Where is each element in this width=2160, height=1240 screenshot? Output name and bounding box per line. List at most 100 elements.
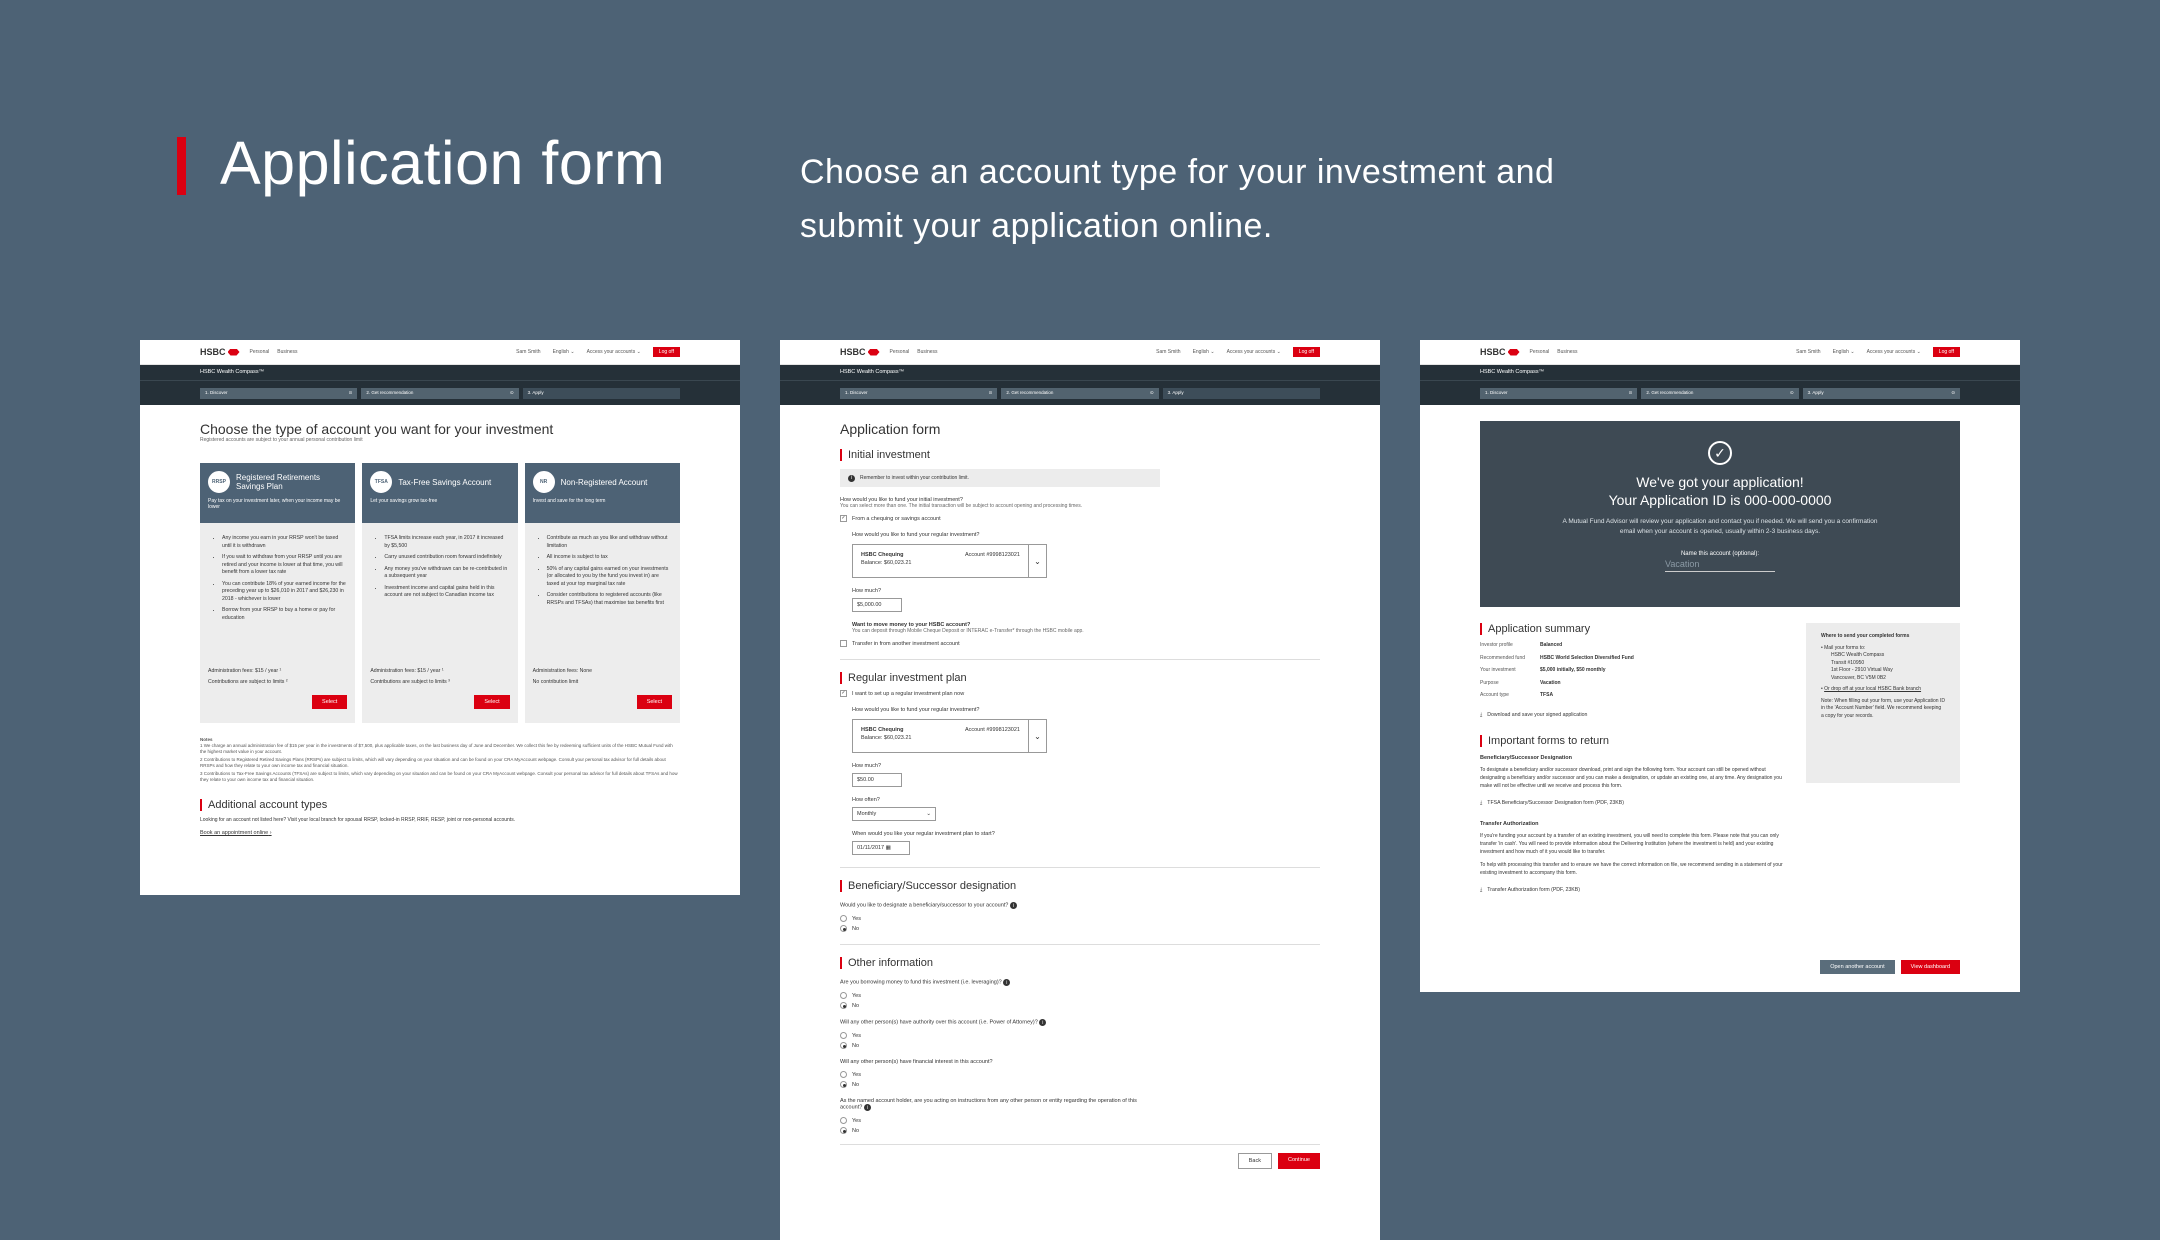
language-select[interactable]: English ⌄ bbox=[1193, 349, 1215, 355]
download-application-link[interactable]: ⤓ Download and save your signed applicati… bbox=[1480, 712, 1786, 719]
step-recommendation[interactable]: 2. Get recommendation ⊙ bbox=[1641, 388, 1799, 399]
step-discover[interactable]: 1. Discover ⊙ bbox=[1480, 388, 1638, 399]
nav-business[interactable]: Business bbox=[917, 349, 937, 355]
info-icon[interactable]: i bbox=[863, 1104, 871, 1111]
transfer-checkbox[interactable]: Transfer in from another investment acco… bbox=[840, 640, 1320, 647]
poa-question: Will any other person(s) have authority … bbox=[840, 1019, 1320, 1026]
checkbox-checked-icon: ✓ bbox=[840, 690, 847, 697]
step-discover[interactable]: 1. Discover ⊙ bbox=[840, 388, 998, 399]
user-name[interactable]: Sam Smith bbox=[1796, 349, 1820, 355]
start-date-input[interactable]: 01/11/2017 ▦ bbox=[852, 841, 910, 855]
chevron-down-icon: ⌄ bbox=[1028, 545, 1046, 577]
download-icon: ⤓ bbox=[1480, 799, 1483, 806]
screen-subheading: Registered accounts are subject to your … bbox=[200, 437, 363, 443]
hsbc-logo[interactable]: HSBC bbox=[840, 347, 880, 357]
account-name-input[interactable]: Vacation bbox=[1665, 559, 1775, 572]
calendar-icon: ▦ bbox=[885, 845, 891, 851]
radio-icon bbox=[840, 915, 847, 922]
beneficiary-form-link[interactable]: ⤓ TFSA Beneficiary/Successor Designation … bbox=[1480, 800, 1786, 807]
continue-button[interactable]: Continue bbox=[1277, 1153, 1320, 1169]
user-name[interactable]: Sam Smith bbox=[516, 349, 540, 355]
step-apply[interactable]: 3. Apply bbox=[522, 388, 680, 399]
radio-yes[interactable]: Yes bbox=[840, 1071, 1320, 1078]
dropoff-link[interactable]: • Or drop off at your local HSBC Bank br… bbox=[1821, 686, 1945, 694]
regular-account-select[interactable]: HSBC Chequing Account #9998123021 Balance… bbox=[852, 719, 1047, 753]
check-icon: ⊙ bbox=[348, 390, 353, 395]
radio-no[interactable]: No bbox=[840, 1081, 1320, 1088]
accounts-menu[interactable]: Access your accounts ⌄ bbox=[1867, 349, 1921, 355]
card-bullet: You can contribute 18% of your earned in… bbox=[222, 581, 347, 604]
view-dashboard-button[interactable]: View dashboard bbox=[1900, 960, 1960, 974]
radio-yes[interactable]: Yes bbox=[840, 992, 1320, 999]
download-icon: ⤓ bbox=[1480, 886, 1483, 893]
page-subtitle: Choose an account type for your investme… bbox=[800, 153, 1555, 245]
info-icon[interactable]: i bbox=[1003, 979, 1011, 986]
regular-plan-checkbox[interactable]: ✓ I want to set up a regular investment p… bbox=[840, 690, 1320, 697]
beneficiary-form-text: To designate a beneficiary and/or succes… bbox=[1480, 766, 1782, 789]
hexagon-icon bbox=[227, 348, 240, 356]
transfer-form-link[interactable]: ⤓ Transfer Authorization form (PDF, 23KB) bbox=[1480, 887, 1786, 894]
beneficiary-form-heading: Beneficiary/Successor Designation bbox=[1480, 754, 1573, 761]
language-select[interactable]: English ⌄ bbox=[553, 349, 575, 355]
forms-heading: Important forms to return bbox=[1480, 734, 1786, 747]
book-appointment-link[interactable]: Book an appointment online › bbox=[200, 830, 680, 836]
step-apply[interactable]: 3. Apply ⊙ bbox=[1802, 388, 1960, 399]
card-description: Invest and save for the long term bbox=[532, 498, 606, 504]
open-another-account-button[interactable]: Open another account bbox=[1820, 960, 1895, 974]
accounts-menu[interactable]: Access your accounts ⌄ bbox=[1227, 349, 1281, 355]
nav-business[interactable]: Business bbox=[1557, 349, 1577, 355]
select-rrsp-button[interactable]: Select bbox=[312, 695, 348, 709]
radio-selected-icon bbox=[840, 1127, 847, 1134]
radio-no[interactable]: No bbox=[840, 925, 1320, 932]
select-nr-button[interactable]: Select bbox=[636, 695, 672, 709]
nav-business[interactable]: Business bbox=[277, 349, 297, 355]
logout-button[interactable]: Log off bbox=[1932, 347, 1960, 357]
top-bar: HSBC Personal Business Sam Smith English ⌄… bbox=[1420, 340, 2020, 365]
step-recommendation[interactable]: 2. Get recommendation ⊙ bbox=[1001, 388, 1159, 399]
account-select[interactable]: HSBC Chequing Account #9998123021 Balance… bbox=[852, 544, 1047, 578]
radio-no[interactable]: No bbox=[840, 1002, 1320, 1009]
radio-icon bbox=[840, 1071, 847, 1078]
hsbc-logo[interactable]: HSBC bbox=[200, 347, 240, 357]
check-icon: ⊙ bbox=[1951, 390, 1955, 395]
logout-button[interactable]: Log off bbox=[1292, 347, 1320, 357]
step-recommendation[interactable]: 2. Get recommendation ⊙ bbox=[361, 388, 519, 399]
radio-selected-icon bbox=[840, 1042, 847, 1049]
other-info-heading: Other information bbox=[840, 957, 1320, 969]
radio-no[interactable]: No bbox=[840, 1042, 1320, 1049]
frequency-select[interactable]: Monthly ⌄ bbox=[852, 807, 936, 821]
hsbc-logo[interactable]: HSBC bbox=[1480, 347, 1520, 357]
initial-amount-input[interactable]: $5,000.00 bbox=[852, 598, 902, 612]
success-check-icon: ✓ bbox=[1708, 441, 1732, 465]
regular-amount-input[interactable]: $50.00 bbox=[852, 773, 902, 787]
summary-heading: Application summary bbox=[1480, 623, 1786, 635]
radio-yes[interactable]: Yes bbox=[840, 1032, 1320, 1039]
radio-yes[interactable]: Yes bbox=[840, 1117, 1320, 1124]
top-bar: HSBC Personal Business Sam Smith English ⌄… bbox=[140, 340, 740, 365]
info-icon[interactable]: i bbox=[1039, 1019, 1047, 1026]
progress-steps: 1. Discover ⊙ 2. Get recommendation ⊙ 3. A… bbox=[1420, 380, 2020, 405]
back-button[interactable]: Back bbox=[1237, 1153, 1272, 1169]
card-limit: No contribution limit bbox=[532, 679, 579, 685]
nav-personal[interactable]: Personal bbox=[1530, 349, 1550, 355]
card-title: Non-Registered Account bbox=[560, 477, 648, 487]
question-label: How would you like to fund your regular … bbox=[852, 707, 980, 713]
notes: Notes 1 We charge an annual administrati… bbox=[200, 737, 680, 783]
language-select[interactable]: English ⌄ bbox=[1833, 349, 1855, 355]
radio-no[interactable]: No bbox=[840, 1127, 1320, 1134]
chequing-checkbox[interactable]: ✓ From a chequing or savings account bbox=[840, 515, 1320, 522]
select-tfsa-button[interactable]: Select bbox=[474, 695, 510, 709]
nav-personal[interactable]: Personal bbox=[250, 349, 270, 355]
step-discover[interactable]: 1. Discover ⊙ bbox=[200, 388, 358, 399]
radio-icon bbox=[840, 1117, 847, 1124]
radio-yes[interactable]: Yes bbox=[840, 915, 1320, 922]
application-form-screen: HSBC Personal Business Sam Smith English ⌄… bbox=[780, 340, 1380, 1240]
info-icon: i bbox=[848, 474, 855, 482]
user-name[interactable]: Sam Smith bbox=[1156, 349, 1180, 355]
accounts-menu[interactable]: Access your accounts ⌄ bbox=[587, 349, 641, 355]
step-apply[interactable]: 3. Apply bbox=[1162, 388, 1320, 399]
nav-personal[interactable]: Personal bbox=[890, 349, 910, 355]
info-icon[interactable]: i bbox=[1009, 902, 1017, 909]
logout-button[interactable]: Log off bbox=[652, 347, 680, 357]
note-item: 3 Contributions to Tax-Free Savings Acco… bbox=[200, 771, 678, 782]
